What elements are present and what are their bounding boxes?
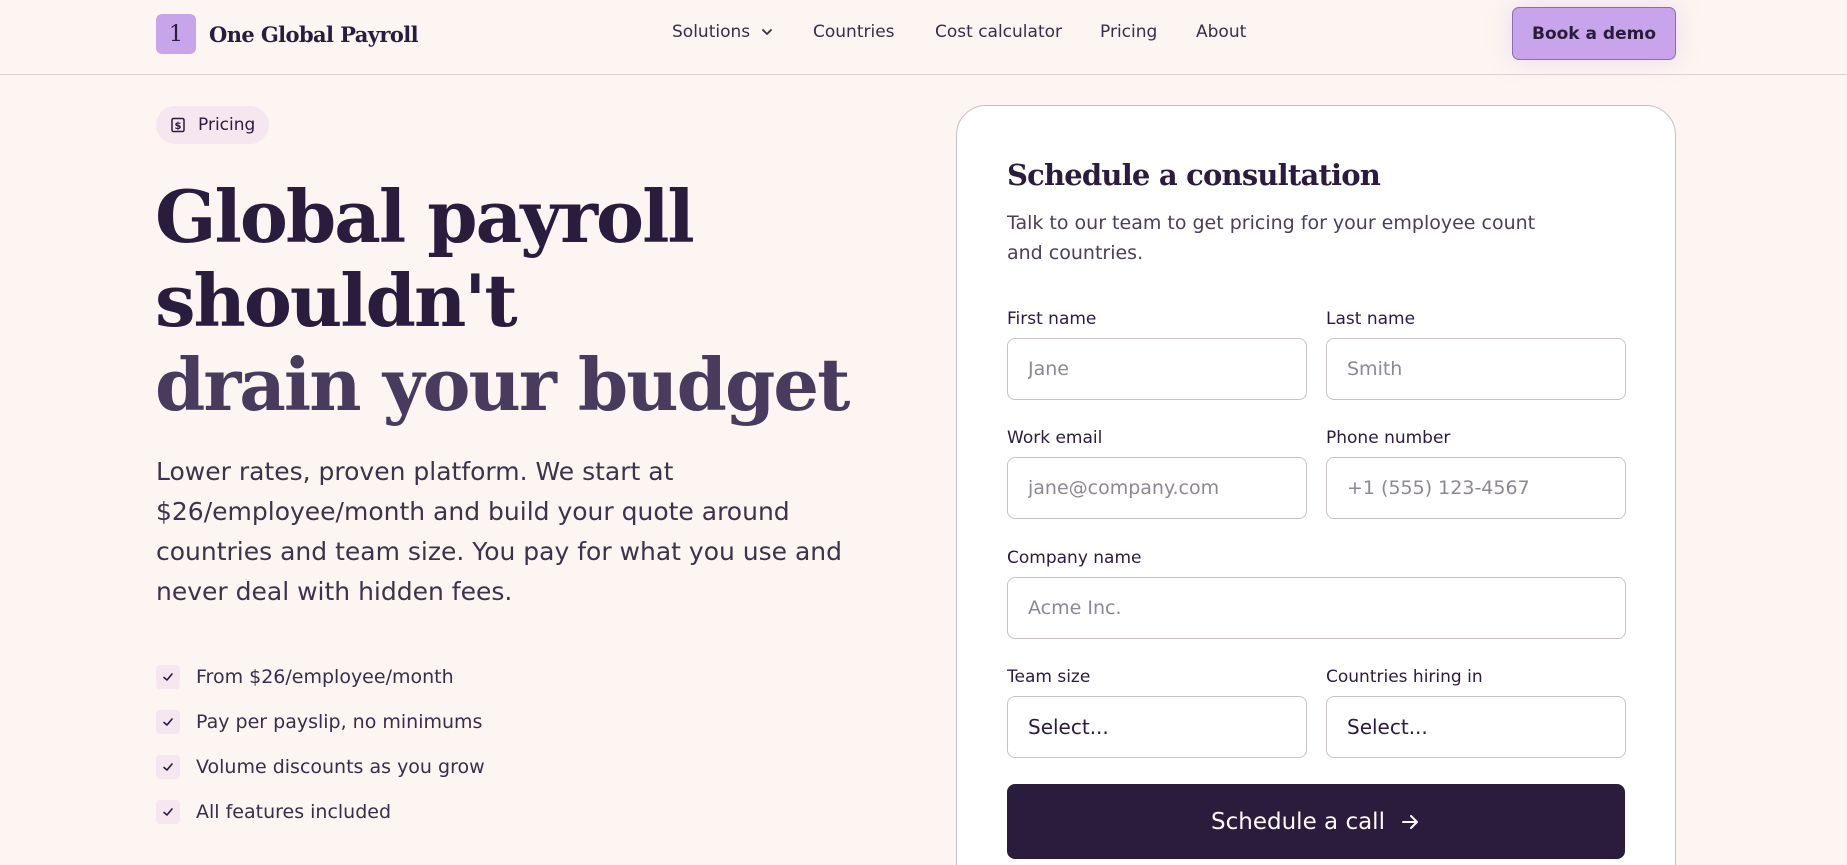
hero-subtitle: Lower rates, proven platform. We start a… — [156, 457, 843, 606]
last-name-label: Last name — [1326, 309, 1416, 329]
feature-text: Pay per payslip, no minimums — [196, 710, 483, 733]
consultation-form-card: Schedule a consultation Talk to our team… — [956, 105, 1676, 865]
pricing-badge-label: Pricing — [198, 115, 256, 135]
last-name-input[interactable] — [1326, 338, 1626, 400]
nav-solutions-label: Solutions — [672, 22, 751, 42]
team-size-select[interactable]: Select... — [1007, 696, 1307, 758]
form-title: Schedule a consultation — [1007, 158, 1381, 192]
feature-text: All features included — [196, 800, 392, 823]
first-name-input[interactable] — [1007, 338, 1307, 400]
first-name-label: First name — [1007, 309, 1097, 329]
chevron-down-icon — [762, 29, 773, 35]
pricing-badge: $ Pricing — [156, 106, 269, 144]
svg-text:$: $ — [175, 121, 182, 132]
countries-hiring-label: Countries hiring in — [1326, 667, 1483, 687]
check-icon — [156, 799, 180, 824]
site-header: 1 One Global Payroll Solutions Countries… — [0, 0, 1847, 75]
feature-item: All features included — [156, 789, 485, 834]
team-size-label: Team size — [1007, 667, 1091, 687]
nav-about[interactable]: About — [1196, 22, 1246, 42]
nav-cost-calculator[interactable]: Cost calculator — [935, 22, 1062, 42]
hero-title-line-1: Global payroll — [155, 174, 695, 259]
hero-title: Global payroll shouldn't drain your budg… — [155, 175, 875, 427]
phone-number-label: Phone number — [1326, 428, 1451, 448]
feature-item: From $26/employee/month — [156, 654, 485, 699]
nav-countries[interactable]: Countries — [813, 22, 895, 42]
countries-hiring-select[interactable]: Select... — [1326, 696, 1626, 758]
feature-text: From $26/employee/month — [196, 665, 454, 688]
phone-number-input[interactable] — [1326, 457, 1626, 519]
schedule-call-button[interactable]: Schedule a call — [1007, 784, 1625, 859]
brand-logo[interactable]: 1 One Global Payroll — [156, 14, 419, 54]
arrow-right-icon — [1401, 814, 1418, 829]
feature-item: Pay per payslip, no minimums — [156, 699, 485, 744]
work-email-input[interactable] — [1007, 457, 1307, 519]
company-name-label: Company name — [1007, 548, 1142, 568]
check-icon — [156, 664, 180, 689]
book-demo-button[interactable]: Book a demo — [1512, 7, 1676, 60]
nav-pricing[interactable]: Pricing — [1100, 22, 1157, 42]
hero-title-line-2: shouldn't — [155, 258, 518, 343]
feature-list: From $26/employee/month Pay per payslip,… — [156, 654, 485, 834]
check-icon — [156, 754, 180, 779]
brand-name: One Global Payroll — [209, 21, 419, 47]
nav-solutions[interactable]: Solutions — [672, 22, 774, 42]
logo-mark: 1 — [156, 14, 196, 54]
check-icon — [156, 709, 180, 734]
feature-item: Volume discounts as you grow — [156, 744, 485, 789]
feature-text: Volume discounts as you grow — [196, 755, 485, 778]
form-subtitle: Talk to our team to get pricing for your… — [1007, 212, 1536, 264]
schedule-call-label: Schedule a call — [1211, 808, 1385, 835]
work-email-label: Work email — [1007, 428, 1103, 448]
company-name-input[interactable] — [1007, 577, 1626, 639]
hero-title-line-3: drain your budget — [155, 342, 850, 427]
dollar-document-icon: $ — [171, 117, 185, 133]
